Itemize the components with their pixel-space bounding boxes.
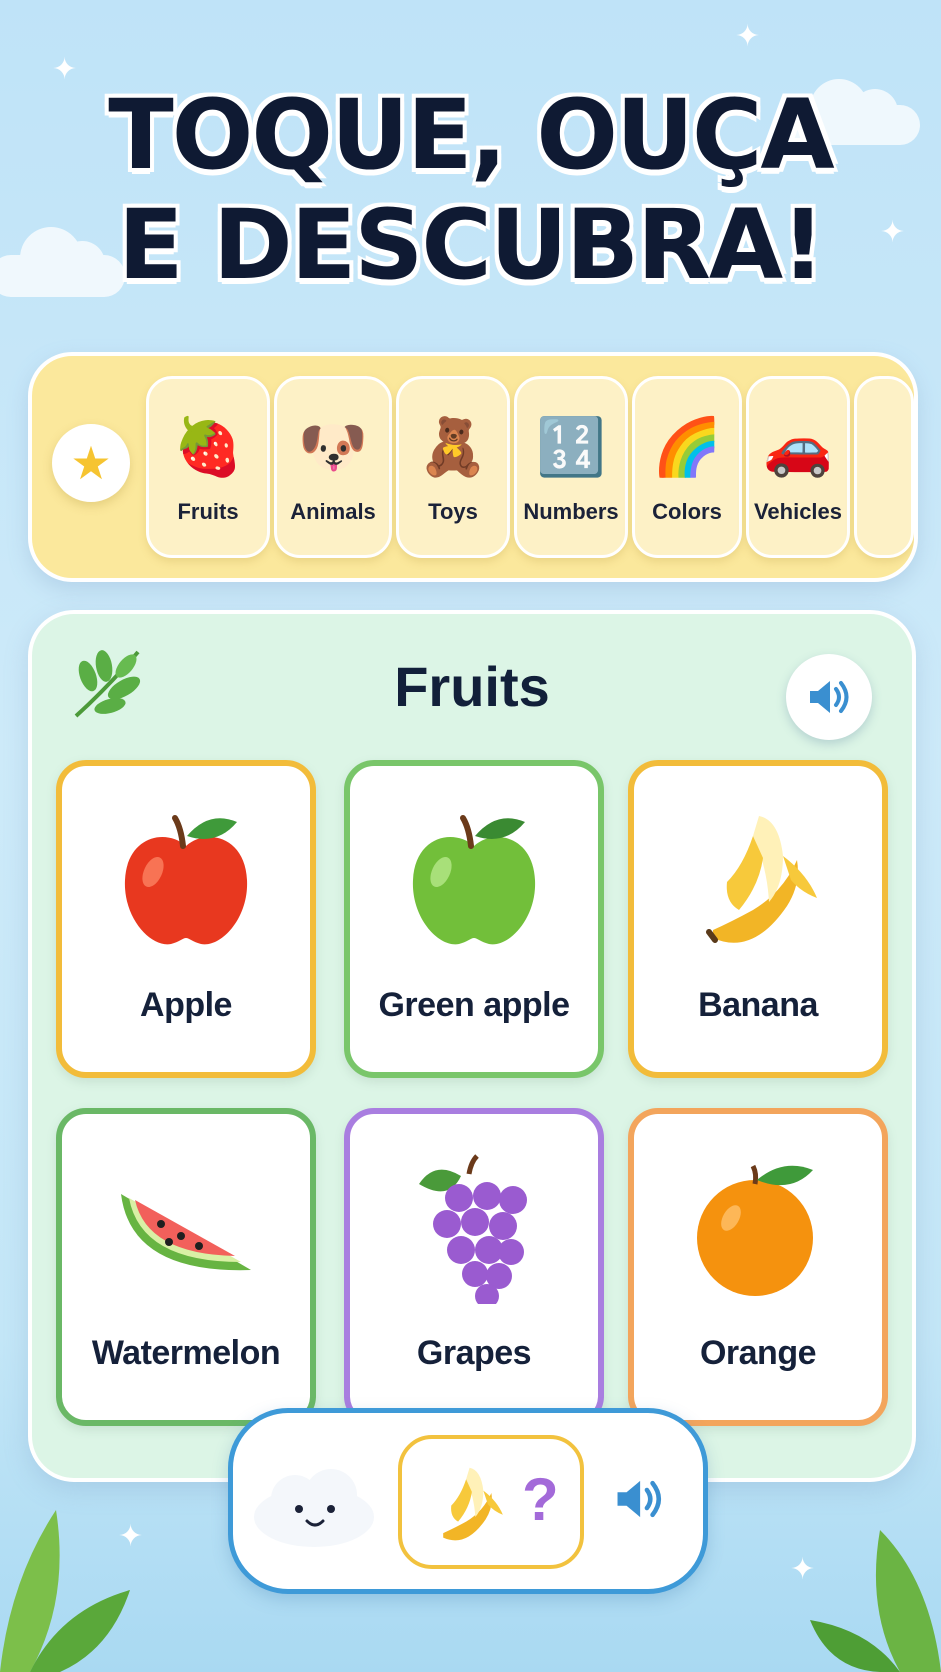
strawberry-icon: 🍓: [173, 415, 243, 480]
sparkle-icon: ✦: [735, 19, 761, 54]
fruit-label: Apple: [140, 986, 232, 1024]
banana-icon: [706, 816, 817, 943]
speaker-icon: [810, 681, 849, 713]
panel-title: Fruits: [394, 655, 550, 718]
category-label: Numbers: [523, 499, 619, 524]
numbers-icon: 🔢: [536, 415, 606, 480]
fruit-card-green-apple[interactable]: Green apple: [344, 760, 604, 1078]
fruit-card-apple[interactable]: Apple: [56, 760, 316, 1078]
category-fruits[interactable]: 🍓 Fruits: [146, 376, 270, 558]
fruit-label: Green apple: [378, 986, 570, 1024]
category-next-partial[interactable]: [854, 376, 914, 558]
car-icon: 🚗: [763, 415, 833, 480]
green-apple-icon: [412, 815, 536, 945]
title-line-1: TOQUE, OUÇA: [108, 79, 834, 191]
favorites-button[interactable]: ★: [52, 424, 130, 502]
plant-decoration-right: [810, 1530, 941, 1672]
page-title: TOQUE, OUÇA E DESCUBRA!: [0, 80, 941, 300]
question-mark: ?: [522, 1466, 559, 1533]
watermelon-icon: [121, 1194, 251, 1271]
fruit-label: Watermelon: [91, 1334, 281, 1372]
category-animals[interactable]: 🐶 Animals: [274, 376, 392, 558]
category-bar: ★ 🍓 Fruits 🐶 Animals 🧸 Toys 🔢 Numbers 🌈 …: [28, 352, 918, 582]
category-colors[interactable]: 🌈 Colors: [632, 376, 742, 558]
fruit-card-orange[interactable]: Orange: [628, 1108, 888, 1426]
fruit-card-watermelon[interactable]: Watermelon: [56, 1108, 316, 1426]
grapes-icon: [419, 1154, 527, 1304]
category-label: Colors: [652, 499, 722, 524]
rainbow-icon: 🌈: [652, 415, 722, 480]
category-toys[interactable]: 🧸 Toys: [396, 376, 510, 558]
fruits-panel: Fruits Apple Green apple Banana Watermel…: [28, 610, 916, 1482]
fruit-card-banana[interactable]: Banana: [628, 760, 888, 1078]
fruit-label: Banana: [698, 986, 818, 1024]
teddy-bear-icon: 🧸: [418, 415, 488, 480]
category-label: Fruits: [177, 499, 239, 524]
fruit-label: Orange: [699, 1334, 817, 1372]
quiz-sound-button[interactable]: [613, 1475, 665, 1527]
quiz-bar: ?: [228, 1408, 708, 1594]
panel-sound-button[interactable]: [786, 654, 872, 740]
category-label: Toys: [428, 499, 478, 524]
fruit-label: Grapes: [416, 1334, 532, 1372]
star-icon: ★: [70, 436, 112, 490]
fruit-card-grapes[interactable]: Grapes: [344, 1108, 604, 1426]
orange-icon: [697, 1164, 813, 1296]
category-label: Vehicles: [753, 499, 843, 524]
cloud-mascot-icon: [254, 1469, 374, 1547]
banana-icon: [443, 1467, 503, 1541]
category-vehicles[interactable]: 🚗 Vehicles: [746, 376, 850, 558]
speaker-icon: [617, 1480, 662, 1518]
red-apple-icon: [124, 815, 248, 945]
dog-icon: 🐶: [298, 415, 368, 480]
title-line-2: E DESCUBRA!: [118, 189, 825, 301]
category-numbers[interactable]: 🔢 Numbers: [514, 376, 628, 558]
quiz-prompt-button[interactable]: ?: [398, 1435, 584, 1569]
plant-decoration-left: [0, 1510, 130, 1672]
category-label: Animals: [290, 499, 376, 524]
